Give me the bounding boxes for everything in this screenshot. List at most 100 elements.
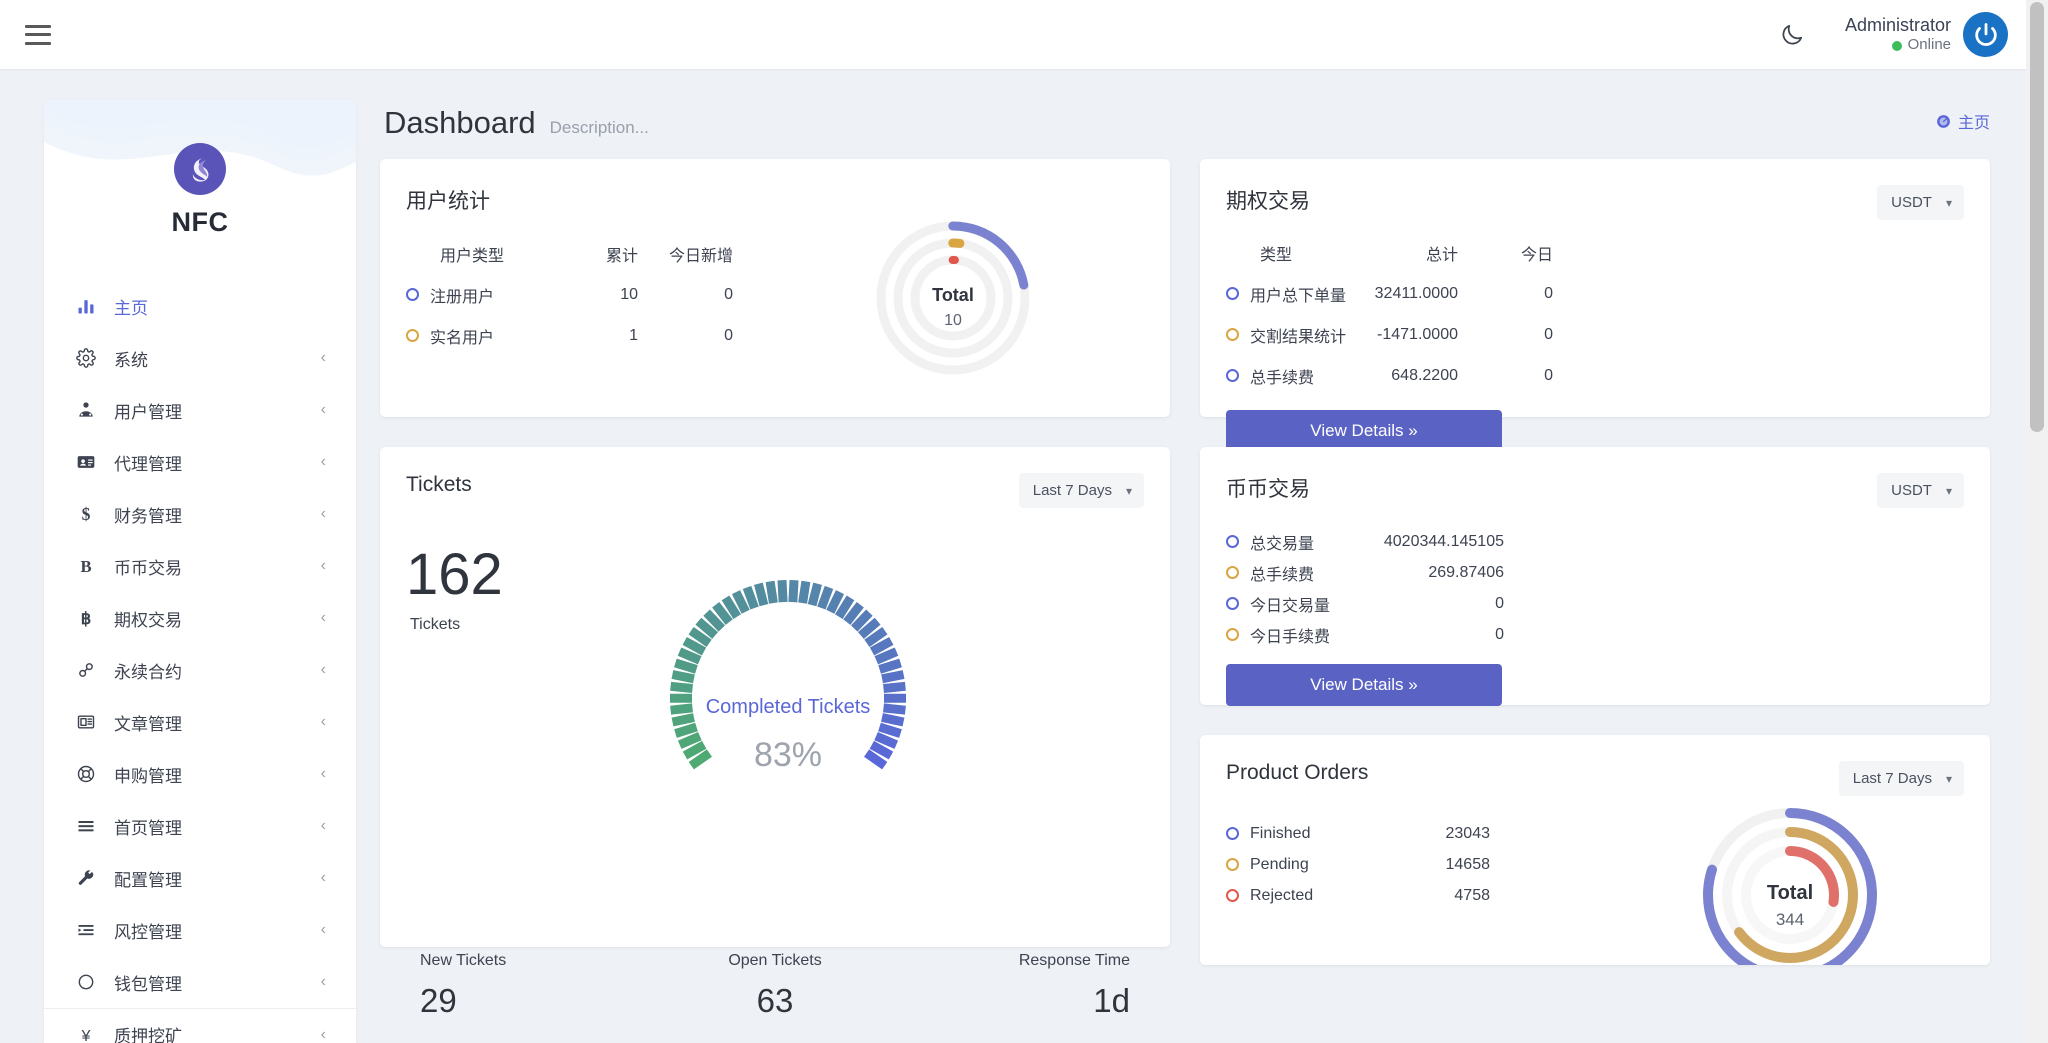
coin-trading-card: 币币交易 USDT ▾ 总交易量 4020344.145105 总手续费 269.87…: [1200, 447, 1990, 706]
status-dot: [1226, 827, 1239, 840]
sidebar-item-label: 首页管理: [114, 818, 182, 838]
row-label: 今日交易量: [1250, 597, 1331, 615]
svg-text:¥: ¥: [81, 1027, 91, 1043]
page-scrollbar[interactable]: [2026, 0, 2048, 1043]
breadcrumb[interactable]: 主页: [1935, 109, 1990, 133]
sidebar-item-12[interactable]: 配置管理 ‹: [44, 852, 356, 904]
cell-today: 0: [1544, 366, 1553, 384]
gear-icon: [72, 348, 100, 368]
chevron-left-icon: ‹: [320, 869, 326, 886]
chevron-left-icon: ‹: [320, 401, 326, 418]
options-currency-select[interactable]: USDT ▾: [1877, 185, 1964, 220]
metric-value: 29: [420, 982, 457, 1019]
ticket-metric: New Tickets 29: [406, 952, 657, 1020]
chevron-left-icon: ‹: [320, 609, 326, 626]
sidebar-item-9[interactable]: 文章管理 ‹: [44, 696, 356, 748]
sidebar-item-label: 质押挖矿: [114, 1027, 182, 1043]
row-value: 4758: [1454, 886, 1490, 904]
coin-currency-select[interactable]: USDT ▾: [1877, 473, 1964, 508]
sidebar-item-5[interactable]: $ 财务管理 ‹: [44, 488, 356, 540]
list-item: 总手续费 269.87406: [1226, 557, 1964, 588]
row-value: 23043: [1445, 824, 1491, 842]
chevron-down-icon: ▾: [1125, 483, 1132, 498]
chevron-left-icon: ‹: [320, 973, 326, 990]
sidebar-item-4[interactable]: 代理管理 ‹: [44, 436, 356, 488]
sidebar-item-8[interactable]: 永续合约 ‹: [44, 644, 356, 696]
gauge-percent: 83%: [753, 736, 823, 774]
speedometer-icon: [1937, 114, 1950, 128]
options-header: 期权交易 USDT ▾: [1226, 185, 1964, 220]
sidebar-item-label: 财务管理: [114, 506, 182, 526]
header-total: 总计: [1425, 246, 1458, 264]
page-description: Description...: [549, 118, 649, 137]
sidebar-item-label: 期权交易: [114, 610, 182, 630]
sidebar-item-label: 代理管理: [114, 454, 182, 474]
cell-today: 0: [724, 285, 733, 303]
chevron-down-icon: ▾: [1945, 195, 1952, 210]
status-dot: [1226, 369, 1239, 382]
tickets-header: Tickets Last 7 Days ▾: [406, 473, 1144, 508]
header-today: 今日新增: [668, 247, 733, 265]
sidebar-item-7[interactable]: ฿ 期权交易 ‹: [44, 592, 356, 644]
product-orders-range-value: Last 7 Days: [1852, 770, 1932, 787]
row-value: 0: [1495, 594, 1504, 612]
user-status-label: Online: [1907, 36, 1951, 54]
row-label: 总交易量: [1250, 535, 1315, 553]
chevron-left-icon: ‹: [320, 453, 326, 470]
chevron-left-icon: ‹: [320, 921, 326, 938]
sidebar-item-label: 文章管理: [114, 714, 182, 734]
sidebar-item-6[interactable]: B 币币交易 ‹: [44, 540, 356, 592]
chevron-left-icon: ‹: [320, 713, 326, 730]
product-orders-title: Product Orders: [1226, 761, 1369, 784]
bitcoin-icon: ฿: [72, 608, 100, 628]
product-orders-range-select[interactable]: Last 7 Days ▾: [1838, 761, 1964, 796]
header-type: 类型: [1260, 246, 1293, 264]
avatar[interactable]: [1963, 12, 2008, 57]
moon-icon[interactable]: [1769, 12, 1815, 58]
metric-label: New Tickets: [420, 952, 507, 969]
sidebar-item-1[interactable]: 主页: [44, 280, 356, 332]
row-label: 总手续费: [1250, 566, 1315, 584]
tickets-range-value: Last 7 Days: [1032, 482, 1112, 499]
options-table: 类型 总计 今日 用户总下单量 32411.0000 0 交割结果统计 -1471.00…: [1226, 232, 1964, 396]
letter-b-icon: B: [72, 556, 100, 576]
product-orders-header: Product Orders Last 7 Days ▾: [1226, 761, 1964, 796]
sidebar-item-10[interactable]: 申购管理 ‹: [44, 748, 356, 800]
status-dot: [1226, 287, 1239, 300]
dollar-icon: $: [72, 504, 100, 524]
ticket-metric: Open Tickets 63: [657, 952, 894, 1020]
sidebar-item-label: 风控管理: [114, 922, 182, 942]
list-item: 总交易量 4020344.145105: [1226, 526, 1964, 557]
cell-total: -1471.0000: [1377, 325, 1458, 343]
indent-icon: [72, 920, 100, 940]
sidebar-item-15[interactable]: ¥ 质押挖矿 ‹: [44, 1008, 356, 1043]
left-column: 用户统计 用户类型 累计 今日新增 注册用户 10 0 实名用户 1 0 Tot…: [380, 159, 1170, 1019]
page-title: Dashboard: [384, 105, 536, 140]
coin-view-details-button[interactable]: View Details »: [1226, 664, 1502, 706]
row-value: 4020344.145105: [1383, 532, 1504, 550]
header-user-type: 用户类型: [440, 247, 505, 265]
cell-user-type: 注册用户: [430, 288, 495, 306]
hamburger-icon[interactable]: [25, 24, 51, 45]
sidebar-item-label: 钱包管理: [114, 974, 182, 994]
sidebar-item-2[interactable]: 系统 ‹: [44, 332, 356, 384]
product-orders-card: Product Orders Last 7 Days ▾ Finished 230…: [1200, 735, 1990, 965]
tickets-range-select[interactable]: Last 7 Days ▾: [1018, 473, 1144, 508]
sidebar-item-13[interactable]: 风控管理 ‹: [44, 904, 356, 956]
sidebar-item-14[interactable]: 钱包管理 ‹: [44, 956, 356, 1008]
options-title: 期权交易: [1226, 190, 1310, 213]
top-bar: Administrator Online: [0, 0, 2026, 69]
scrollbar-thumb[interactable]: [2030, 2, 2044, 432]
metric-label: Open Tickets: [728, 952, 822, 969]
table-header-row: 用户类型 累计 今日新增: [406, 233, 1144, 274]
options-view-details-button[interactable]: View Details »: [1226, 410, 1502, 452]
list-item: 今日交易量 0: [1226, 588, 1964, 619]
tickets-title: Tickets: [406, 473, 472, 496]
options-trading-card: 期权交易 USDT ▾ 类型 总计 今日 用户总下单量 32411.0000 0 交割…: [1200, 159, 1990, 452]
sidebar-item-3[interactable]: 用户管理 ‹: [44, 384, 356, 436]
sidebar-item-label: 系统: [114, 350, 148, 370]
sidebar-item-11[interactable]: 首页管理 ‹: [44, 800, 356, 852]
cell-type: 用户总下单量: [1250, 287, 1347, 305]
cell-type: 总手续费: [1250, 369, 1315, 387]
status-dot: [1226, 535, 1239, 548]
